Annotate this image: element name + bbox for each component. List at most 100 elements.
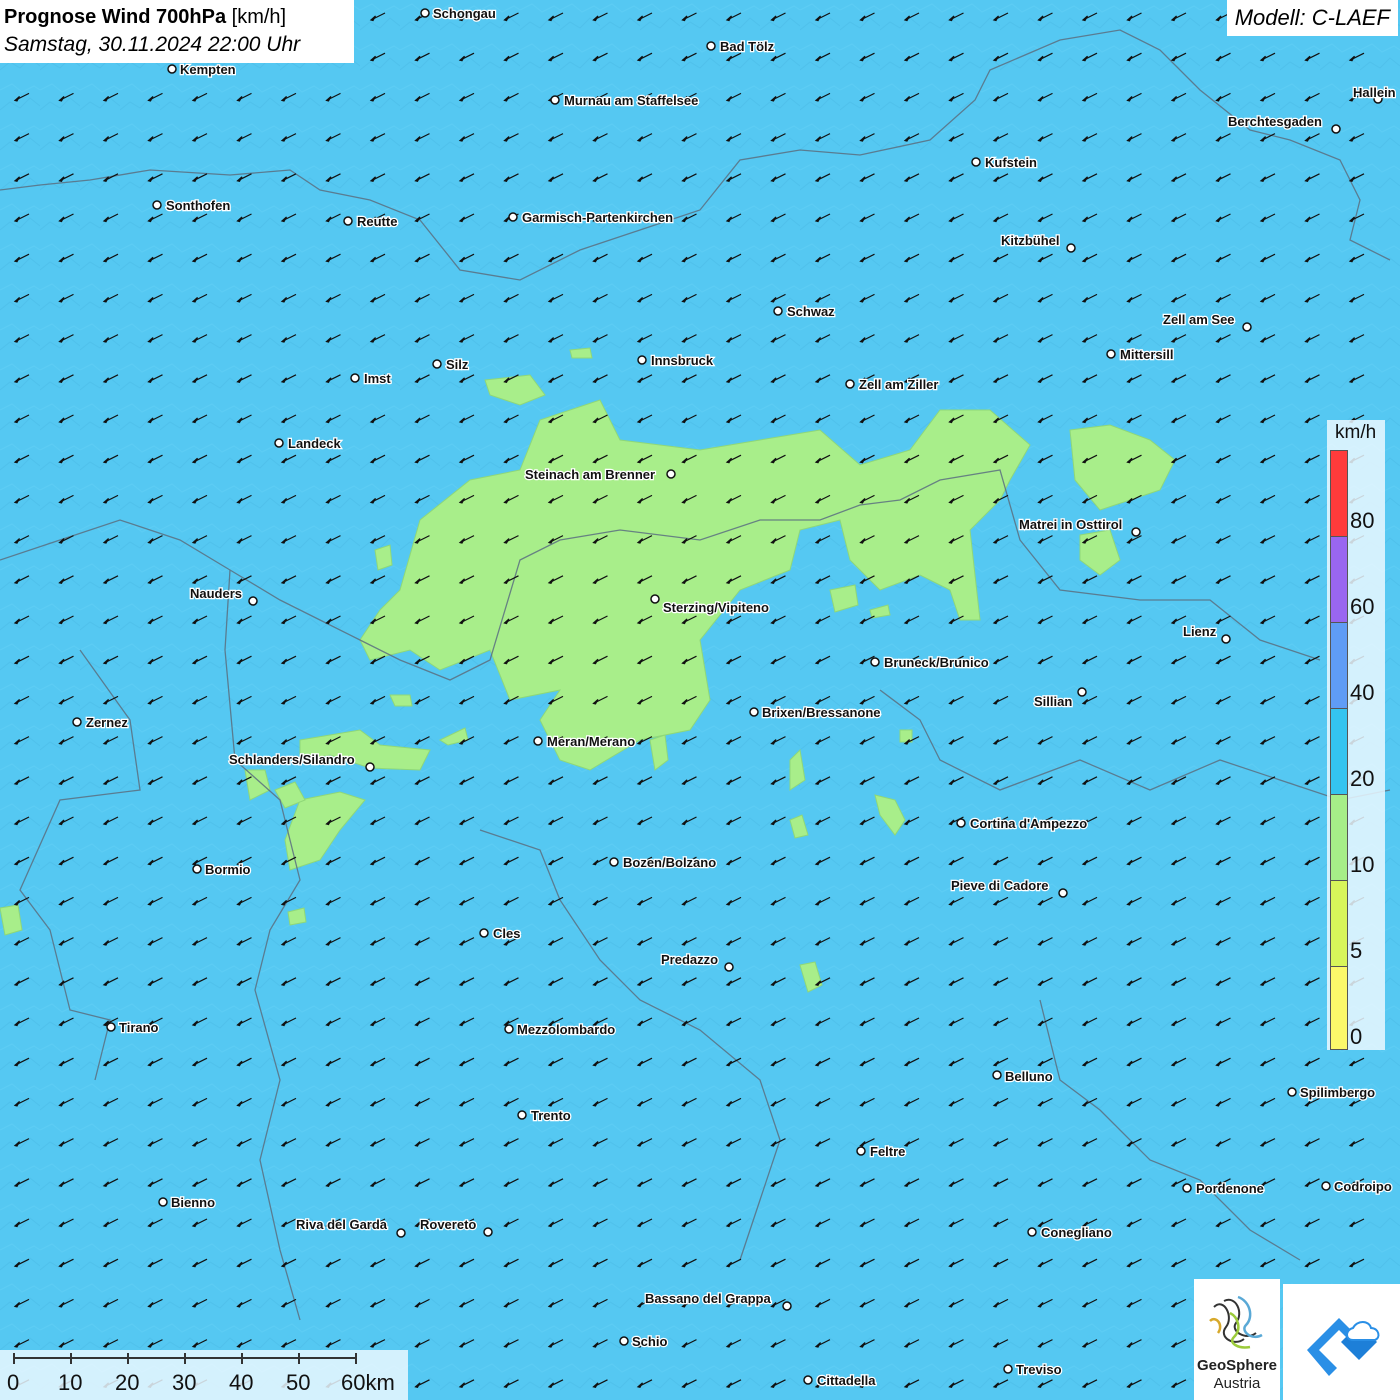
city-dot (1287, 1087, 1297, 1097)
geosphere-logo[interactable]: GeoSphere Austria (1194, 1279, 1280, 1400)
city-label: Sonthofen (166, 198, 230, 213)
city-dot (650, 594, 660, 604)
city-marker[interactable]: Murnau am Staffelsee (550, 92, 700, 109)
app-logo[interactable] (1283, 1284, 1400, 1400)
city-marker[interactable]: Conegliano (1027, 1224, 1113, 1241)
city-marker[interactable]: Brixen/Bressanone (749, 704, 882, 721)
city-marker[interactable]: Bruneck/Brunico (870, 654, 990, 671)
city-dot (803, 1375, 813, 1385)
city-dot (870, 657, 880, 667)
city-dot (1182, 1183, 1192, 1193)
city-dot (724, 962, 734, 972)
city-label: Mezzolombardo (517, 1022, 615, 1037)
city-label: Berchtesgaden (1228, 114, 1322, 129)
city-dot (1242, 322, 1252, 332)
title-main: Prognose Wind 700hPa (4, 6, 227, 28)
city-label: Pordenone (1196, 1181, 1264, 1196)
city-label: Cles (493, 926, 520, 941)
city-label: Zernez (86, 715, 128, 730)
scale-label: 0 (7, 1370, 20, 1395)
city-dot (365, 762, 375, 772)
city-label: Sillian (1034, 694, 1072, 709)
map-canvas: Schongau Bad Tölz Kempten Murnau am Staffel… (0, 0, 1400, 1400)
title-box: Prognose Wind 700hPa [km/h] Samstag, 30.… (0, 0, 354, 63)
city-marker[interactable]: Garmisch-Partenkirchen (508, 209, 674, 226)
city-label: Lienz (1183, 624, 1217, 639)
city-dot (619, 1336, 629, 1346)
city-marker[interactable]: Steinach am Brenner (524, 466, 676, 483)
city-marker[interactable]: Pordenone (1182, 1180, 1265, 1197)
legend-segment-0 (1330, 966, 1348, 1050)
title-line: Prognose Wind 700hPa [km/h] (4, 3, 354, 31)
city-dot (1131, 527, 1141, 537)
city-marker[interactable]: Schongau (420, 5, 497, 22)
city-label: Matrei in Osttirol (1019, 517, 1122, 532)
model-label: Modell: C-LAEF (1226, 0, 1398, 36)
city-dot (856, 1146, 866, 1156)
city-label: Bozen/Bolzano (623, 855, 716, 870)
legend-tick: 0 (1350, 1024, 1363, 1049)
city-label: Bruneck/Brunico (884, 655, 989, 670)
city-dot (1058, 888, 1068, 898)
city-dot (1066, 243, 1076, 253)
city-dot (479, 928, 489, 938)
city-marker[interactable]: Spilimbergo (1287, 1084, 1376, 1101)
city-label: Conegliano (1041, 1225, 1112, 1240)
city-dot (666, 469, 676, 479)
city-marker[interactable]: Meran/Merano (533, 733, 636, 750)
city-dot (192, 864, 202, 874)
scale-label: 10 (58, 1370, 83, 1395)
city-label: Spilimbergo (1300, 1085, 1375, 1100)
city-label: Silz (446, 357, 469, 372)
city-dot (1003, 1364, 1013, 1374)
city-label: Zell am See (1163, 312, 1235, 327)
legend-unit: km/h (1335, 422, 1377, 443)
geosphere-country: Austria (1213, 1375, 1261, 1392)
city-dot (504, 1024, 514, 1034)
city-dot (992, 1070, 1002, 1080)
city-dot (483, 1227, 493, 1237)
legend-tick: 5 (1350, 938, 1363, 963)
city-dot (1331, 124, 1341, 134)
city-label: Predazzo (661, 952, 718, 967)
city-label: Schio (632, 1334, 667, 1349)
city-dot (350, 373, 360, 383)
city-label: Pieve di Cadore (951, 878, 1049, 893)
city-marker[interactable]: Bozen/Bolzano (609, 854, 717, 871)
city-label: Schlanders/Silandro (229, 752, 355, 767)
city-dot (1106, 349, 1116, 359)
legend-tick: 80 (1350, 508, 1375, 533)
wind-map: Schongau Bad Tölz Kempten Murnau am Staffel… (0, 0, 1400, 1400)
city-dot (248, 596, 258, 606)
city-label: Reutte (357, 214, 397, 229)
city-label: Cortina d'Ampezzo (970, 816, 1087, 831)
city-label: Bormio (205, 862, 251, 877)
wind-app-icon (1307, 1318, 1380, 1376)
city-label: Bad Tölz (720, 39, 775, 54)
geosphere-name: GeoSphere (1196, 1357, 1278, 1374)
city-dot (1077, 687, 1087, 697)
legend-segment-80 (1330, 450, 1348, 537)
legend-tick: 40 (1350, 680, 1375, 705)
city-dot (1321, 1181, 1331, 1191)
city-label: Bienno (171, 1195, 215, 1210)
city-dot (773, 306, 783, 316)
city-marker[interactable]: Zell am Ziller (845, 376, 940, 393)
color-legend: km/h 80 60 40 20 10 5 0 (1327, 420, 1385, 1050)
scale-label: 40 (229, 1370, 254, 1395)
city-marker[interactable]: Mezzolombardo (504, 1021, 617, 1038)
city-label: Codroipo (1334, 1179, 1392, 1194)
scale-label: 30 (172, 1370, 197, 1395)
city-dot (517, 1110, 527, 1120)
city-label: Rovereto (420, 1217, 476, 1232)
city-marker[interactable]: Cortina d'Ampezzo (956, 815, 1089, 832)
city-label: Steinach am Brenner (525, 467, 655, 482)
city-dot (106, 1022, 116, 1032)
city-dot (343, 216, 353, 226)
city-label: Kitzbühel (1001, 233, 1060, 248)
city-label: Belluno (1005, 1069, 1053, 1084)
legend-segment-5 (1330, 880, 1348, 967)
legend-tick: 10 (1350, 852, 1375, 877)
city-dot (706, 41, 716, 51)
city-dot (1221, 634, 1231, 644)
